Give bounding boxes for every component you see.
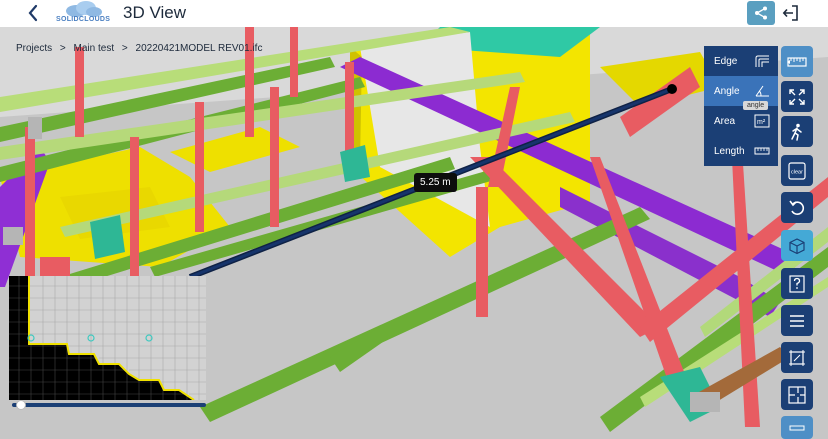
question-icon [789,274,805,293]
section-box-icon [789,349,805,366]
breadcrumb-separator: > [121,43,128,54]
section-box-button[interactable] [781,342,813,373]
measure-mode-label: Area [714,115,736,127]
clear-label: clear [791,169,803,175]
breadcrumb-main-test[interactable]: Main test [74,43,115,54]
minimap-plan [9,276,206,400]
help-button[interactable] [781,268,813,299]
back-button[interactable] [26,3,42,23]
area-unit-text: m² [757,119,766,126]
app-window: SOLIDCLOUDS 3D View Projects > Main test… [0,0,828,439]
more-icon [789,425,805,430]
angle-tooltip: angle [743,101,769,110]
measure-mode-label: Edge [714,55,738,67]
measure-mode-length[interactable]: Length [704,136,778,166]
exit-icon [782,5,798,21]
clear-button[interactable]: clear [781,155,813,186]
menu-button[interactable] [781,305,813,336]
floor-plan-button[interactable] [781,379,813,410]
exit-button[interactable] [780,2,802,24]
3d-viewport[interactable]: Projects > Main test > 20220421MODEL REV… [0,27,828,439]
logo-text: SOLIDCLOUDS [56,16,111,23]
measure-mode-area[interactable]: Area m² [704,106,778,136]
breadcrumb: Projects > Main test > 20220421MODEL REV… [16,43,267,54]
breadcrumb-separator: > [59,43,66,54]
walk-icon [791,123,802,141]
app-header: SOLIDCLOUDS 3D View [0,0,828,27]
rotate-left-icon [789,200,805,215]
view-cube-button[interactable] [781,230,813,261]
reset-view-button[interactable] [781,192,813,223]
measure-tool-button[interactable] [781,46,813,77]
level-slider-thumb[interactable] [16,400,26,410]
floor-plan-icon [788,385,806,404]
measurement-label: 5.25 m [414,173,457,192]
chevron-left-icon [28,4,38,22]
breadcrumb-model-file: 20220421MODEL REV01.ifc [135,43,263,54]
fullscreen-button[interactable] [781,81,813,112]
expand-icon [789,88,805,105]
more-tools-button[interactable] [781,416,813,439]
breadcrumb-projects[interactable]: Projects [16,43,52,54]
ruler-icon [787,56,807,67]
page-title: 3D View [123,3,186,22]
measure-mode-label: Length [714,145,745,157]
cube-icon [789,237,805,254]
angle-icon [755,85,769,97]
measure-mode-label: Angle [714,85,740,97]
floor-minimap[interactable] [9,276,206,400]
measure-mode-edge[interactable]: Edge [704,46,778,76]
hamburger-icon [790,314,804,327]
area-icon: m² [754,114,770,128]
share-icon [755,6,767,20]
edge-icon [755,55,769,67]
solidclouds-logo: SOLIDCLOUDS [56,1,110,25]
level-slider-track[interactable] [12,403,206,407]
share-button[interactable] [747,1,775,25]
clear-icon: clear [788,161,806,180]
walk-mode-button[interactable] [781,116,813,147]
length-icon [754,147,770,155]
